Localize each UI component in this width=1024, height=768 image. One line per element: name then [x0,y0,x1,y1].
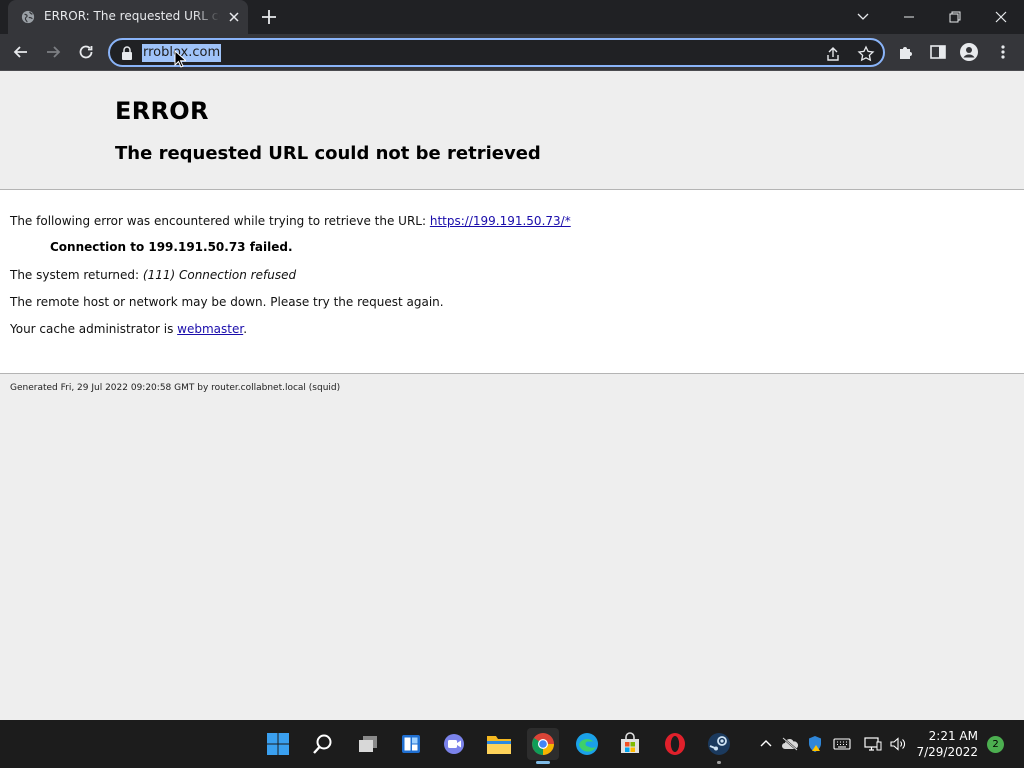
puzzle-icon [900,47,912,59]
task-view-button[interactable] [352,728,384,760]
edge-icon [576,733,598,755]
widgets-icon [402,735,420,753]
chrome-taskbar-button[interactable] [527,728,559,764]
security-tray-button[interactable] [805,734,825,754]
tab-search-button[interactable] [840,0,886,34]
network-icon [864,737,882,751]
teams-chat-icon [444,734,464,754]
active-app-indicator [536,761,550,764]
keyboard-icon [833,738,851,750]
restore-button[interactable] [932,0,978,34]
widgets-button[interactable] [395,728,427,760]
running-app-indicator [717,761,721,764]
profile-button[interactable] [956,39,982,65]
cloud-offline-icon [782,737,799,751]
speaker-icon [890,737,905,751]
system-returned-value: (111) Connection refused [142,268,297,282]
cache-admin-label: Your cache administrator is [10,322,178,336]
side-panel-icon [930,45,946,59]
arrow-right-icon [47,46,61,58]
browser-title-bar: ERROR: The requested URL could not be re… [0,0,1024,34]
close-icon [995,11,1007,23]
requested-url-link[interactable]: https://199.191.50.73/* [430,214,571,228]
remote-down-text: The remote host or network may be down. … [10,295,444,309]
search-icon [313,734,332,754]
generated-footer: Generated Fri, 29 Jul 2022 09:20:58 GMT … [10,383,341,393]
steam-icon [708,733,730,755]
globe-icon [21,10,35,24]
taskbar: 2:21 AM 7/29/2022 [0,720,1024,768]
keyboard-tray-button[interactable] [832,734,852,754]
cache-admin-suffix: . [243,322,248,336]
page-subtitle: The requested URL could not be retrieved [115,143,541,164]
arrow-left-icon [13,46,27,58]
chevron-down-icon [857,13,869,20]
clock-date: 7/29/2022 [916,745,978,759]
close-tab-icon[interactable] [226,9,242,25]
file-explorer-button[interactable] [483,728,515,760]
close-window-button[interactable] [978,0,1024,34]
opera-button[interactable] [659,728,691,760]
reload-button[interactable] [73,39,99,65]
web-page: ERROR The requested URL could not be ret… [0,71,1024,720]
more-vertical-icon [1001,45,1005,59]
minimize-button[interactable] [886,0,932,34]
browser-toolbar: rroblox.com [0,34,1024,71]
search-button[interactable] [307,728,339,760]
forward-button[interactable] [40,39,66,65]
system-returned-label: The system returned: [10,268,143,282]
menu-button[interactable] [990,39,1016,65]
profile-icon [960,43,978,61]
shield-icon [809,736,821,752]
clock-time: 2:21 AM [928,729,978,743]
bookmark-star-icon[interactable] [856,44,876,64]
connection-failed-text: Connection to 199.191.50.73 failed. [50,240,293,254]
tab-title: ERROR: The requested URL could not be re… [44,9,220,23]
start-button[interactable] [262,728,294,760]
back-button[interactable] [8,39,34,65]
intro-line: The following error was encountered whil… [10,213,571,229]
address-bar[interactable]: rroblox.com [108,38,885,67]
chrome-icon [532,733,554,755]
lock-icon[interactable] [121,46,133,60]
share-icon[interactable] [823,44,843,64]
steam-button[interactable] [703,728,735,764]
minimize-icon [904,16,914,18]
page-title: ERROR [115,97,209,125]
cache-admin-line: Your cache administrator is webmaster. [10,321,247,337]
extensions-button[interactable] [893,39,919,65]
microsoft-store-icon [621,732,639,753]
clock[interactable]: 2:21 AM 7/29/2022 [912,728,978,760]
opera-icon [665,733,685,755]
edge-button[interactable] [571,728,603,760]
file-explorer-icon [487,736,511,754]
task-view-icon [359,736,377,752]
error-body: The following error was encountered whil… [0,190,1024,374]
volume-tray-button[interactable] [888,734,908,754]
new-tab-icon[interactable] [259,7,279,27]
restore-icon [949,11,961,23]
notification-badge[interactable]: 2 [987,736,1004,753]
onedrive-tray-button[interactable] [780,734,800,754]
network-tray-button[interactable] [863,734,883,754]
show-hidden-icons-button[interactable] [756,734,776,754]
error-header: ERROR The requested URL could not be ret… [0,71,1024,190]
reload-icon [79,45,93,59]
intro-text: The following error was encountered whil… [10,214,430,228]
chevron-up-icon [760,740,772,747]
side-panel-button[interactable] [925,39,951,65]
webmaster-link[interactable]: webmaster [177,322,243,336]
mouse-cursor-icon [174,50,186,68]
system-returned-line: The system returned: (111) Connection re… [10,267,296,283]
start-icon [267,733,289,755]
teams-chat-button[interactable] [438,728,470,760]
browser-tab[interactable]: ERROR: The requested URL could not be re… [8,0,248,34]
microsoft-store-button[interactable] [614,728,646,760]
